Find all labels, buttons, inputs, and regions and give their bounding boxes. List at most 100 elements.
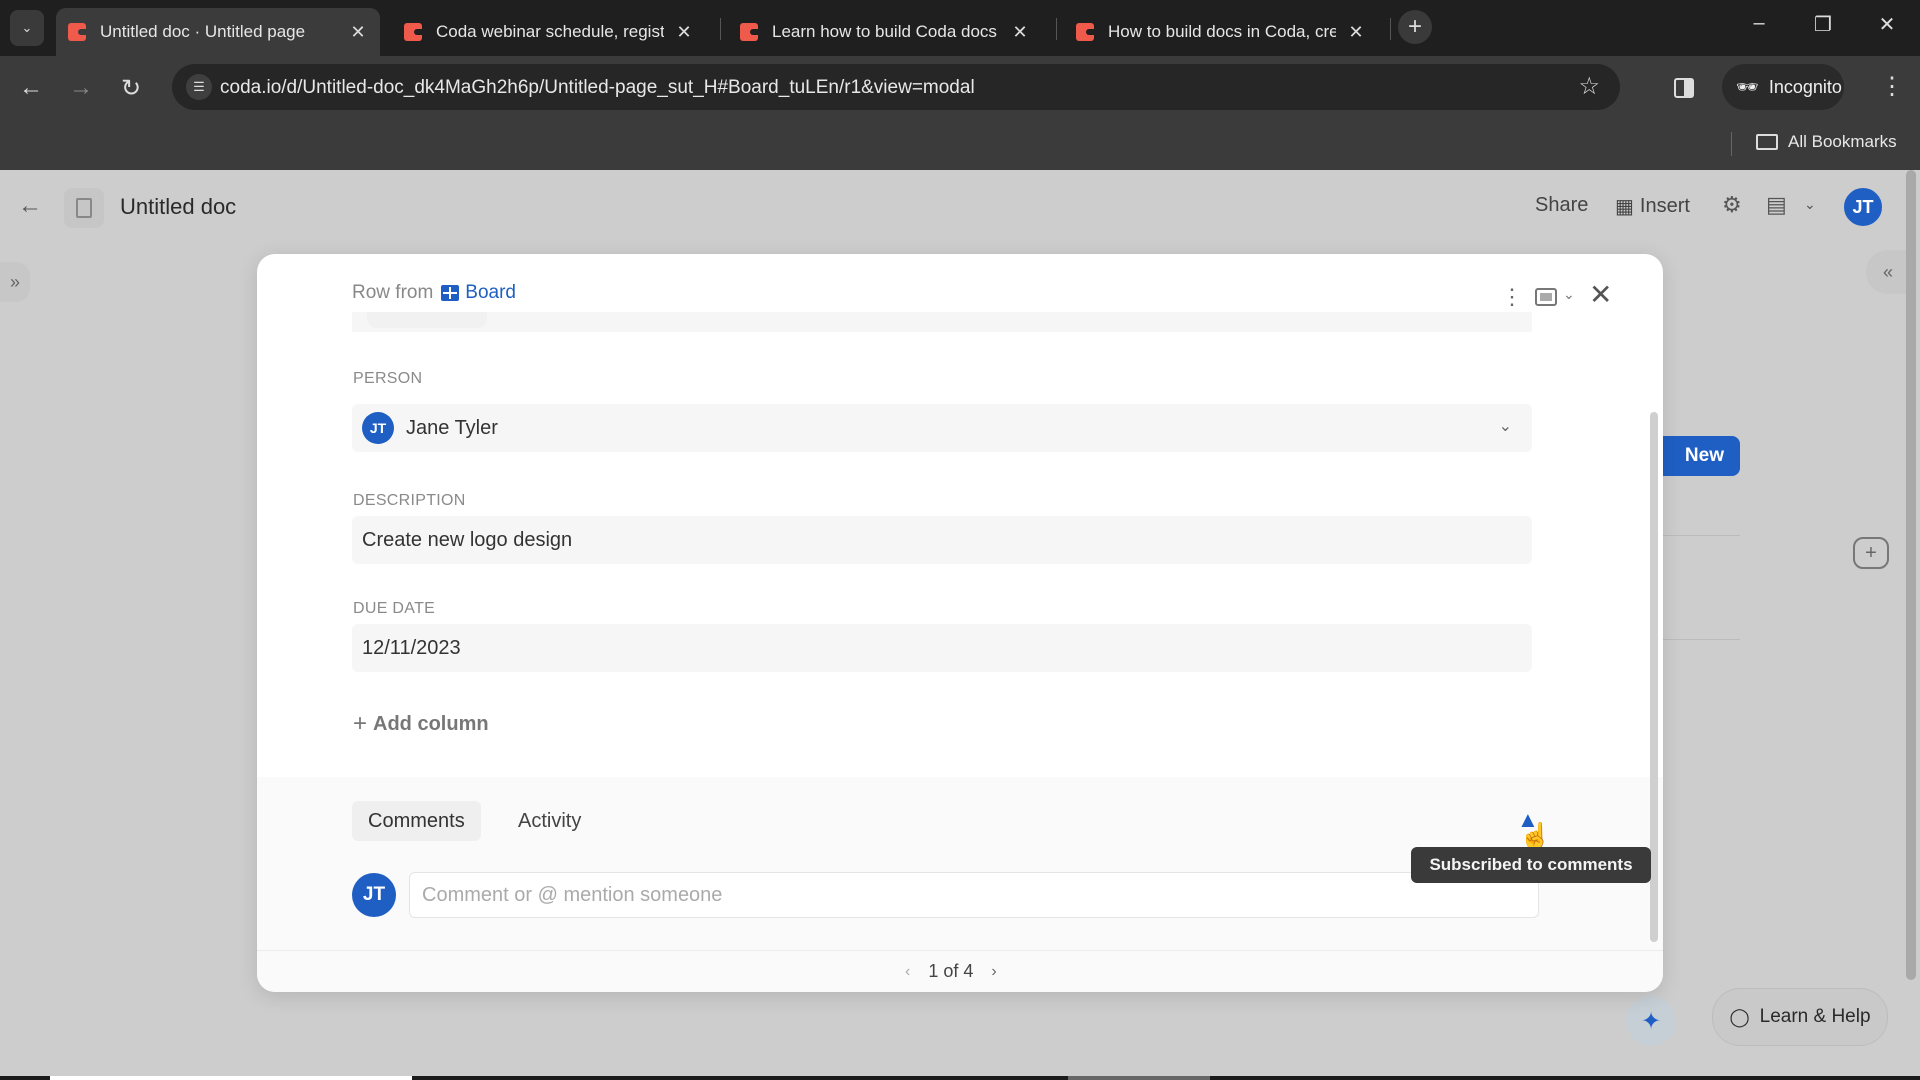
reload-icon: ↻ — [120, 75, 142, 102]
document-icon — [76, 198, 92, 218]
close-tab-icon[interactable]: ✕ — [674, 22, 694, 43]
back-to-docs-button[interactable]: ← — [18, 192, 42, 220]
gear-icon: ⚙ — [1722, 192, 1742, 217]
back-button[interactable]: ← — [16, 74, 46, 102]
page-scrollbar[interactable] — [1906, 170, 1916, 980]
comment-input[interactable] — [409, 872, 1539, 918]
coda-favicon-icon — [68, 23, 86, 41]
subscribed-tooltip: Subscribed to comments — [1411, 847, 1651, 883]
tab-label: Activity — [518, 809, 582, 832]
all-bookmarks-label: All Bookmarks — [1788, 132, 1897, 151]
new-label: New — [1684, 445, 1724, 466]
close-tab-icon[interactable]: ✕ — [1010, 22, 1030, 43]
comment-plus-icon: + — [1865, 541, 1877, 564]
minimize-icon: – — [1753, 12, 1765, 34]
layout-dropdown[interactable]: ⌄ — [1563, 286, 1575, 303]
tab-activity[interactable]: Activity — [502, 801, 597, 841]
settings-button[interactable]: ⚙ — [1722, 192, 1742, 218]
coda-favicon-icon — [404, 23, 422, 41]
add-comment-button[interactable]: + — [1853, 537, 1889, 569]
add-column-button[interactable]: + Add column — [353, 710, 489, 738]
plus-icon: + — [353, 710, 368, 737]
arrow-left-icon: ← — [19, 74, 43, 101]
comments-dropdown[interactable]: ⌄ — [1804, 196, 1816, 213]
star-icon: ☆ — [1578, 73, 1600, 100]
reload-button[interactable]: ↻ — [116, 74, 146, 103]
folder-icon — [1756, 134, 1778, 150]
table-link[interactable]: Board — [465, 282, 516, 304]
modal-scrollbar[interactable] — [1650, 412, 1658, 942]
more-options-button[interactable]: ⋮ — [1501, 284, 1523, 310]
close-modal-button[interactable]: ✕ — [1589, 278, 1612, 311]
browser-tab[interactable]: How to build docs in Coda, cre ✕ — [1064, 8, 1378, 56]
close-tab-icon[interactable]: ✕ — [1346, 22, 1366, 43]
coda-ai-button[interactable]: ✦ — [1626, 996, 1676, 1046]
chevron-down-icon: ⌄ — [21, 20, 33, 35]
board-divider — [1660, 535, 1740, 536]
field-label-due-date: DUE DATE — [353, 600, 436, 617]
due-date-value: 12/11/2023 — [362, 636, 461, 659]
person-field[interactable]: JT Jane Tyler ⌄ — [352, 404, 1532, 452]
tab-divider — [1056, 18, 1057, 40]
learn-help-button[interactable]: ◯ Learn & Help — [1712, 988, 1888, 1046]
forward-button[interactable]: → — [66, 74, 96, 102]
incognito-icon: 🕶 — [1736, 76, 1759, 97]
description-field[interactable]: Create new logo design — [352, 516, 1532, 564]
incognito-indicator[interactable]: 🕶 Incognito — [1722, 64, 1844, 110]
layout-button[interactable] — [1535, 288, 1557, 306]
due-date-field[interactable]: 12/11/2023 — [352, 624, 1532, 672]
comments-section: Comments Activity ▲ ☝ JT ‹ 1 of 4 › — [257, 777, 1663, 992]
description-value: Create new logo design — [362, 528, 573, 551]
person-avatar: JT — [362, 412, 394, 444]
close-tab-icon[interactable]: ✕ — [348, 22, 368, 43]
minimize-button[interactable]: – — [1744, 12, 1774, 35]
share-label: Share — [1535, 194, 1589, 216]
all-bookmarks-button[interactable]: All Bookmarks — [1756, 132, 1897, 152]
commenter-avatar: JT — [352, 873, 396, 917]
bookmarks-bar: All Bookmarks — [0, 120, 1920, 170]
browser-tab[interactable]: Untitled doc · Untitled page ✕ — [56, 8, 380, 56]
new-tab-button[interactable]: + — [1398, 10, 1432, 44]
url-text[interactable]: coda.io/d/Untitled-doc_dk4MaGh2h6p/Untit… — [220, 77, 975, 99]
tab-title: Untitled doc · Untitled page — [100, 22, 306, 41]
double-chevron-left-icon: « — [1882, 261, 1893, 282]
collapse-panel-button[interactable]: « — [1866, 250, 1910, 294]
coda-favicon-icon — [740, 23, 758, 41]
lightbulb-icon: ◯ — [1729, 1006, 1750, 1027]
expand-sidebar-button[interactable]: » — [0, 262, 30, 302]
site-info-button[interactable]: ☰ — [186, 74, 212, 100]
doc-icon-button[interactable] — [64, 188, 104, 228]
browser-menu-button[interactable]: ⋮ — [1880, 72, 1904, 101]
tab-comments[interactable]: Comments — [352, 801, 481, 841]
double-chevron-right-icon: » — [9, 271, 20, 292]
taskbar-indicator — [1068, 1076, 1210, 1080]
insert-button[interactable]: ▦ Insert — [1615, 194, 1690, 219]
add-column-label: Add column — [373, 712, 489, 735]
side-panel-button[interactable] — [1674, 78, 1694, 98]
doc-title[interactable]: Untitled doc — [120, 194, 236, 220]
user-avatar[interactable]: JT — [1842, 186, 1884, 228]
tab-list-button[interactable]: ⌄ — [10, 10, 44, 46]
board-divider — [1660, 639, 1740, 640]
browser-tab[interactable]: Learn how to build Coda docs ✕ — [728, 8, 1042, 56]
tab-label: Comments — [368, 809, 465, 832]
tab-divider — [720, 18, 721, 40]
restore-button[interactable]: ❐ — [1808, 12, 1838, 37]
sparkle-icon: ✦ — [1640, 1007, 1662, 1035]
comments-button[interactable]: ▤ — [1766, 192, 1787, 218]
address-bar[interactable]: ☰ coda.io/d/Untitled-doc_dk4MaGh2h6p/Unt… — [172, 64, 1620, 110]
insert-label: Insert — [1639, 195, 1690, 217]
insert-grid-icon: ▦ — [1615, 196, 1634, 218]
kebab-icon: ⋮ — [1880, 73, 1904, 100]
tune-icon: ☰ — [193, 79, 205, 94]
browser-toolbar: ← → ↻ ☰ coda.io/d/Untitled-doc_dk4MaGh2h… — [0, 56, 1920, 120]
arrow-left-icon: ← — [18, 192, 42, 219]
close-window-button[interactable]: ✕ — [1872, 12, 1902, 37]
next-row-button[interactable]: › — [991, 963, 996, 981]
share-button[interactable]: Share — [1535, 194, 1588, 217]
tab-title: Learn how to build Coda docs — [772, 22, 997, 41]
chevron-down-icon[interactable]: ⌄ — [1499, 416, 1512, 436]
bookmark-star-button[interactable]: ☆ — [1578, 72, 1600, 101]
previous-row-button[interactable]: ‹ — [905, 963, 910, 981]
browser-tab[interactable]: Coda webinar schedule, regist ✕ — [392, 8, 706, 56]
